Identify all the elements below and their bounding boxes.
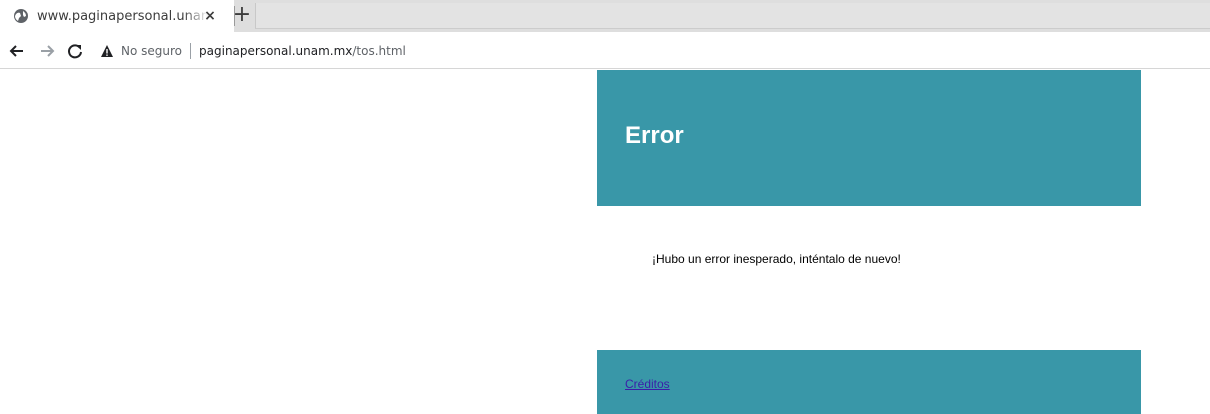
security-status[interactable]: No seguro — [121, 44, 182, 58]
tab-title: www.paginapersonal.unam.mx/tos.html — [37, 8, 209, 24]
back-button[interactable] — [6, 40, 28, 62]
browser-toolbar: No seguro paginapersonal.unam.mx/tos.htm… — [0, 32, 1210, 69]
page-footer: Créditos — [597, 350, 1141, 414]
tab-active[interactable]: www.paginapersonal.unam.mx/tos.html × — [0, 0, 234, 32]
credits-link[interactable]: Créditos — [625, 377, 670, 391]
new-tab-button[interactable]: + — [232, 2, 252, 28]
omnibox-separator — [190, 42, 192, 59]
page-content: Error ¡Hubo un error inesperado, inténta… — [597, 70, 1141, 414]
error-header: Error — [597, 70, 1141, 206]
tab-close-icon[interactable]: × — [200, 6, 220, 26]
arrow-left-icon — [9, 45, 23, 57]
tab-strip: www.paginapersonal.unam.mx/tos.html × + — [0, 0, 1210, 32]
page-title: Error — [625, 122, 684, 149]
warning-triangle-icon — [101, 44, 113, 57]
reload-icon — [68, 44, 82, 59]
url-path: /tos.html — [352, 43, 406, 58]
address-bar[interactable]: No seguro paginapersonal.unam.mx/tos.htm… — [94, 36, 1210, 65]
globe-icon — [14, 9, 28, 23]
url-host: paginapersonal.unam.mx — [199, 43, 353, 58]
reload-button[interactable] — [64, 40, 86, 62]
forward-button[interactable] — [36, 40, 58, 62]
arrow-right-icon — [41, 45, 55, 57]
tab-strip-empty — [255, 3, 1210, 29]
error-message: ¡Hubo un error inesperado, inténtalo de … — [652, 252, 901, 266]
